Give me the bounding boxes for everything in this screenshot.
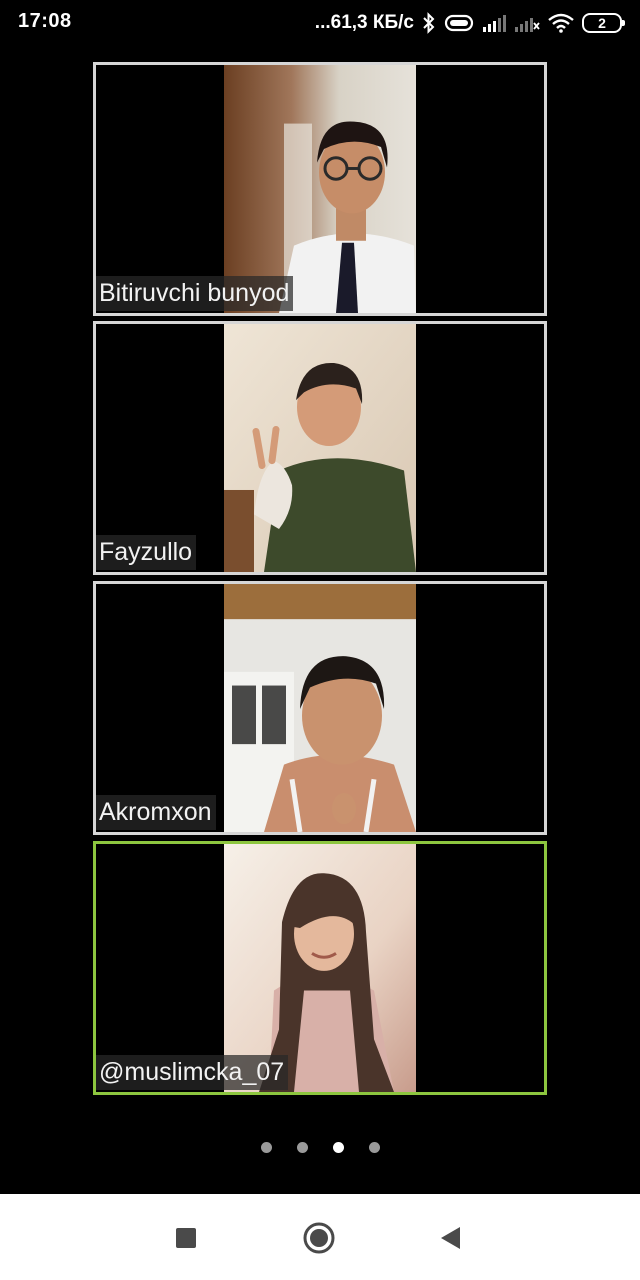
battery-icon: 2 <box>582 13 625 33</box>
wifi-icon <box>548 13 574 33</box>
status-icons: ...61,3 КБ/с 2 <box>314 8 625 38</box>
bluetooth-icon <box>423 12 435 34</box>
page-dot-current[interactable] <box>332 1142 344 1153</box>
participant-tile-active-speaker[interactable]: @muslimcka_07 <box>93 841 547 1095</box>
navigation-bar <box>0 1194 640 1280</box>
participant-name: Bitiruvchi bunyod <box>96 276 294 311</box>
signal-icon <box>483 15 506 32</box>
back-triangle-icon <box>441 1227 460 1249</box>
back-button[interactable] <box>428 1216 472 1260</box>
vibrate-icon <box>444 14 474 32</box>
recents-button[interactable] <box>164 1216 208 1260</box>
recents-square-icon <box>176 1228 196 1248</box>
page-dot[interactable] <box>368 1142 380 1153</box>
page-indicator <box>0 1142 640 1158</box>
status-bar: 17:08 ...61,3 КБ/с 2 <box>0 0 640 48</box>
status-time: 17:08 <box>18 10 72 32</box>
participant-video <box>224 584 416 832</box>
home-circle-icon <box>303 1222 335 1254</box>
home-button[interactable] <box>297 1216 341 1260</box>
page-dot[interactable] <box>296 1142 308 1153</box>
participant-tile[interactable]: Fayzullo <box>93 321 547 575</box>
participant-tile[interactable]: Akromxon <box>93 581 547 835</box>
signal-nodata-icon <box>515 18 540 32</box>
battery-level: 2 <box>598 15 606 31</box>
page-dot[interactable] <box>260 1142 272 1153</box>
participant-video <box>224 324 416 572</box>
participant-name: @muslimcka_07 <box>96 1055 289 1090</box>
participant-tile[interactable]: Bitiruvchi bunyod <box>93 62 547 316</box>
participant-name: Fayzullo <box>96 535 197 570</box>
participant-name: Akromxon <box>96 795 216 830</box>
network-speed: ...61,3 КБ/с <box>314 12 414 33</box>
